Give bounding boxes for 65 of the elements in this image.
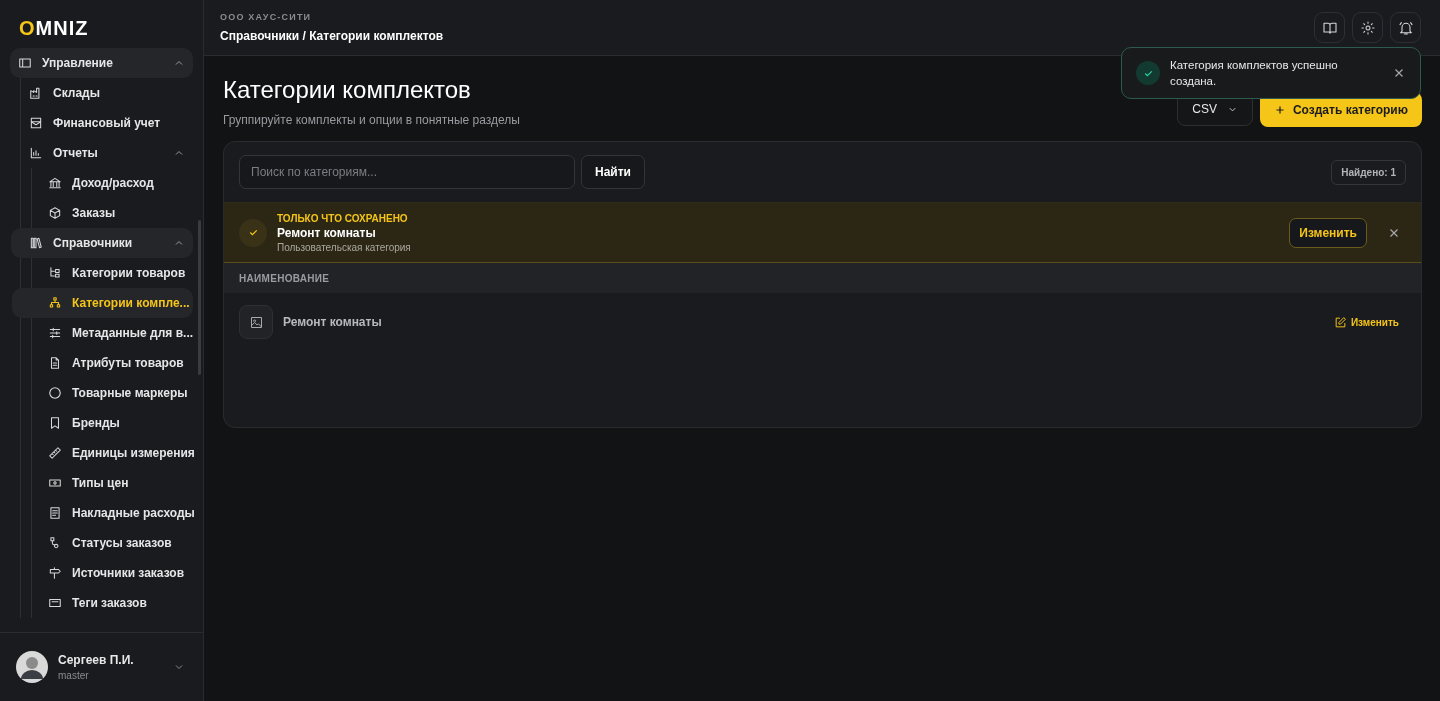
page-title: Категории комплектов [223, 76, 472, 104]
check-icon [1136, 61, 1160, 85]
found-count: Найдено: 1 [1331, 159, 1406, 185]
hierarchy-icon [48, 296, 62, 310]
document-icon [48, 356, 62, 370]
banknote-icon [48, 476, 62, 490]
books-icon [29, 236, 43, 250]
book-button[interactable] [1314, 12, 1345, 43]
nav-item[interactable]: Теги заказов [12, 588, 193, 618]
search-field[interactable]: Поиск по категориям... [239, 155, 575, 189]
user-role: master [58, 670, 90, 681]
bookmark-icon [48, 416, 62, 430]
column-header: НАИМЕНОВАНИЕ [239, 272, 330, 284]
toast-message: Категория комплектов успешно создана. [1170, 58, 1339, 89]
scrollbar-thumb[interactable] [198, 220, 201, 375]
nav-item[interactable]: Категории товаров [12, 258, 193, 288]
theme-button[interactable] [1352, 12, 1383, 43]
nav-item[interactable]: Накладные расходы [12, 498, 193, 528]
inbox-icon [29, 116, 43, 130]
nav-item[interactable]: Источники заказов [12, 558, 193, 588]
page-subtitle: Группируйте комплекты и опции в понятные разделы [223, 113, 520, 127]
notifications-button[interactable] [1390, 12, 1421, 43]
nav-item[interactable]: Справочники [11, 228, 193, 258]
nav-item[interactable]: Заказы [12, 198, 193, 228]
nav-group[interactable]: Управление [10, 48, 193, 78]
nav-item[interactable]: Финансовый учет [11, 108, 193, 138]
ruler-icon [48, 446, 62, 460]
sun-icon [1359, 19, 1376, 36]
bell-icon [1397, 19, 1414, 36]
edit-button[interactable]: Изменить [1289, 217, 1367, 248]
nav-item[interactable]: Метаданные для в... [12, 318, 193, 348]
user-name: Сергеев П.И. [58, 653, 135, 667]
card-icon [48, 596, 62, 610]
nav-item[interactable]: Доход/расход [12, 168, 193, 198]
search-button[interactable]: Найти [581, 155, 645, 189]
edit-link[interactable]: Изменить [1333, 315, 1399, 329]
organization-name: ООО ХАУС-СИТИ [220, 12, 313, 22]
nav-item[interactable]: Отчеты [11, 138, 193, 168]
nav-item[interactable]: Бренды [12, 408, 193, 438]
panel-icon [18, 56, 32, 70]
nav-item[interactable]: Склады [11, 78, 193, 108]
avatar [16, 651, 48, 683]
category-name: Ремонт комнаты [277, 225, 377, 240]
tree-list-icon [48, 266, 62, 280]
category-description: Пользовательская категория [277, 241, 412, 253]
bank-icon [48, 176, 62, 190]
cube-icon [48, 206, 62, 220]
nav-item[interactable]: Категории компле... [12, 288, 193, 318]
nav-item[interactable]: Товарные маркеры [12, 378, 193, 408]
sliders-icon [48, 326, 62, 340]
nav-item[interactable]: Единицы измерения [12, 438, 193, 468]
nav-item[interactable]: Атрибуты товаров [12, 348, 193, 378]
bar-chart-icon [29, 146, 43, 160]
nav-item[interactable]: Статусы заказов [12, 528, 193, 558]
table-cell-text: Ремонт комнаты [283, 315, 383, 329]
saved-label: ТОЛЬКО ЧТО СОХРАНЕНО [277, 212, 409, 224]
factory-icon [29, 86, 43, 100]
receipt-icon [48, 506, 62, 520]
check-icon [239, 218, 267, 247]
breadcrumb: Справочники / Категории комплектов [220, 29, 444, 43]
signpost-icon [48, 566, 62, 580]
logo: OMNIZ [19, 18, 90, 38]
image-placeholder-icon [239, 305, 273, 339]
nav-item[interactable]: Типы цен [12, 468, 193, 498]
pencil-icon [1333, 315, 1347, 329]
